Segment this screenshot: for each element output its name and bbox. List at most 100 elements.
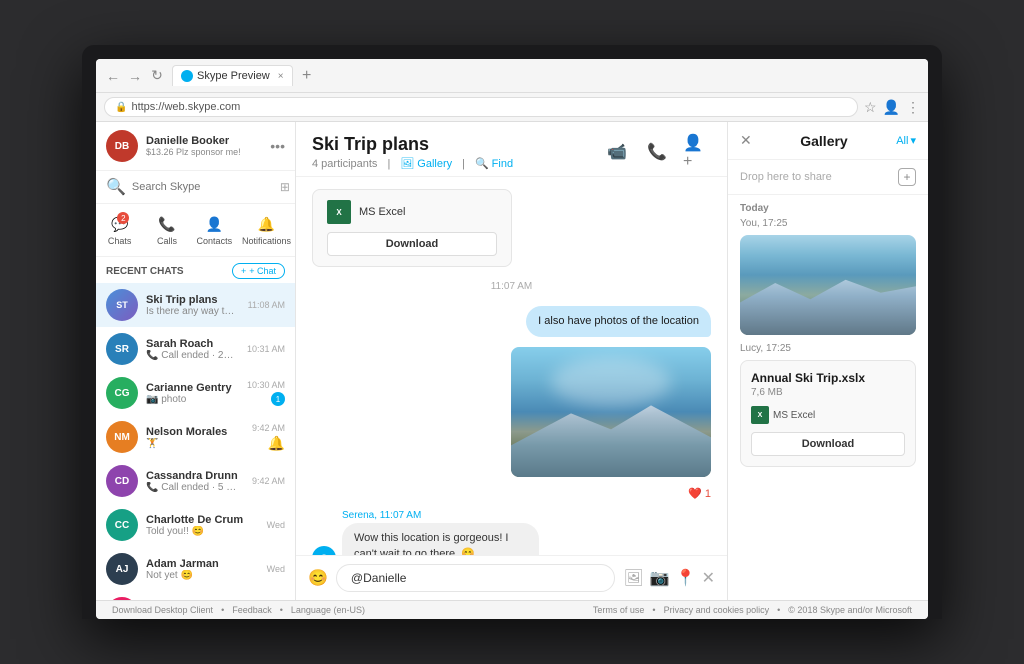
main-chat: Ski Trip plans 4 participants | 🖼 Galler… <box>296 122 728 600</box>
gallery-all-link[interactable]: All ▾ <box>896 134 916 147</box>
feedback-link[interactable]: Feedback <box>232 605 272 615</box>
gallery-add-button[interactable]: + <box>898 168 916 186</box>
unread-badge: 1 <box>271 392 285 406</box>
address-bar-row: 🔒 https://web.skype.com ☆ 👤 ⋮ <box>96 93 928 122</box>
chat-name: Nelson Morales <box>146 426 244 438</box>
image-button[interactable]: 🖼 <box>623 568 643 588</box>
message-input[interactable] <box>336 564 616 592</box>
gallery-link[interactable]: 🖼 Gallery <box>400 157 452 170</box>
clear-input-button[interactable]: ✕ <box>702 568 715 588</box>
chat-time: 11:08 AM <box>248 300 285 310</box>
chat-item-will[interactable]: WL Will Little 📞 Call ended · 10 m 32 s … <box>96 591 295 600</box>
nav-notifications[interactable]: 🔔 Notifications <box>238 210 295 250</box>
chat-item-carianne[interactable]: CG Carianne Gentry 📷 photo 10:30 AM 1 <box>96 371 295 415</box>
bookmark-icon[interactable]: ☆ <box>864 99 877 116</box>
user-profile: DB Danielle Booker $13.26 Plz sponsor me… <box>96 122 295 171</box>
gallery-panel: ✕ Gallery All ▾ Drop here to share + Tod… <box>728 122 928 600</box>
camera-button[interactable]: 📷 <box>650 568 670 588</box>
forward-button[interactable]: → <box>126 67 144 85</box>
chat-name: Charlotte De Crum <box>146 514 259 526</box>
nav-contacts[interactable]: 👤 Contacts <box>191 210 238 250</box>
nav-notifications-label: Notifications <box>242 236 291 246</box>
user-name: Danielle Booker <box>146 135 262 147</box>
avatar: DB <box>106 130 138 162</box>
user-info: Danielle Booker $13.26 Plz sponsor me! <box>146 135 262 157</box>
find-link[interactable]: 🔍 Find <box>475 157 513 170</box>
excel-icon: X <box>327 200 351 224</box>
skype-tab[interactable]: Skype Preview × <box>172 65 293 86</box>
tab-close-icon[interactable]: × <box>278 71 284 82</box>
chat-item-cassandra[interactable]: CD Cassandra Drunn 📞 Call ended · 5 m 47… <box>96 459 295 503</box>
location-button[interactable]: 📍 <box>676 568 696 588</box>
nav-calls[interactable]: 📞 Calls <box>143 210 190 250</box>
participants-count: 4 participants <box>312 158 377 170</box>
gallery-drop-zone[interactable]: Drop here to share + <box>728 160 928 195</box>
chat-meta: 10:31 AM <box>247 344 285 354</box>
tab-label: Skype Preview <box>197 70 270 82</box>
chat-item-sarah[interactable]: SR Sarah Roach 📞 Call ended · 26 m 23 s … <box>96 327 295 371</box>
gallery-from-you: You, 17:25 <box>740 218 916 229</box>
chat-time: Wed <box>267 520 285 530</box>
avatar: SR <box>106 333 138 365</box>
gallery-close-button[interactable]: ✕ <box>740 132 752 149</box>
calls-icon: 📞 <box>157 214 177 234</box>
chat-meta: 11:08 AM <box>248 300 285 310</box>
chat-preview: Told you!! 😊 <box>146 526 259 537</box>
language-link[interactable]: Language (en-US) <box>291 605 365 615</box>
browser-chrome: ← → ↻ Skype Preview × + <box>96 59 928 93</box>
location-photo[interactable] <box>511 347 711 477</box>
avatar: AJ <box>106 553 138 585</box>
gallery-file-type: X MS Excel <box>751 406 905 424</box>
chat-item-nelson[interactable]: NM Nelson Morales 🏋 9:42 AM 🔔 <box>96 415 295 459</box>
download-button[interactable]: Download <box>327 232 497 256</box>
chat-item-adam[interactable]: AJ Adam Jarman Not yet 😊 Wed <box>96 547 295 591</box>
back-button[interactable]: ← <box>104 67 122 85</box>
chat-item-charlotte[interactable]: CC Charlotte De Crum Told you!! 😊 Wed <box>96 503 295 547</box>
chat-header: Ski Trip plans 4 participants | 🖼 Galler… <box>296 122 727 177</box>
chat-preview: Not yet 😊 <box>146 570 259 581</box>
gallery-title: Gallery <box>800 133 847 149</box>
address-bar[interactable]: 🔒 https://web.skype.com <box>104 97 858 117</box>
footer-dot-2: • <box>280 605 283 615</box>
menu-icon[interactable]: ⋮ <box>906 99 920 116</box>
emoji-button[interactable]: 😊 <box>308 568 328 588</box>
gallery-image[interactable] <box>740 235 916 335</box>
footer-left: Download Desktop Client • Feedback • Lan… <box>112 605 365 615</box>
more-options-button[interactable]: ••• <box>270 138 285 154</box>
drop-zone-label: Drop here to share <box>740 171 832 183</box>
terms-link[interactable]: Terms of use <box>593 605 645 615</box>
chat-time: Wed <box>267 564 285 574</box>
reload-button[interactable]: ↻ <box>148 67 166 85</box>
chat-title: Ski Trip plans <box>312 134 513 155</box>
add-participant-button[interactable]: 👤+ <box>683 138 711 166</box>
new-chat-button[interactable]: + + Chat <box>232 263 285 279</box>
user-icon[interactable]: 👤 <box>883 99 900 116</box>
message-reaction[interactable]: ❤️ 1 <box>312 487 711 500</box>
download-desktop-link[interactable]: Download Desktop Client <box>112 605 213 615</box>
gallery-download-button[interactable]: Download <box>751 432 905 456</box>
sender-avatar: S <box>312 546 336 555</box>
divider2: | <box>462 158 465 170</box>
tab-bar: Skype Preview × + <box>172 65 920 86</box>
video-call-button[interactable]: 📹 <box>603 138 631 166</box>
gallery-file-card: Annual Ski Trip.xslx 7,6 MB X MS Excel D… <box>740 360 916 467</box>
privacy-link[interactable]: Privacy and cookies policy <box>664 605 770 615</box>
chat-subtitle: 4 participants | 🖼 Gallery | 🔍 Find <box>312 157 513 170</box>
app-footer: Download Desktop Client • Feedback • Lan… <box>96 600 928 619</box>
chat-preview: 📞 Call ended · 26 m 23 s <box>146 350 239 361</box>
chat-item-ski-trip[interactable]: ST Ski Trip plans Is there any way to pi… <box>96 283 295 327</box>
url-text: https://web.skype.com <box>131 101 240 113</box>
chat-info: Sarah Roach 📞 Call ended · 26 m 23 s <box>146 338 239 361</box>
nav-chats[interactable]: 💬 Chats 2 <box>96 210 143 250</box>
new-tab-button[interactable]: + <box>297 66 317 86</box>
chat-time: 10:30 AM <box>247 380 285 390</box>
chat-header-info: Ski Trip plans 4 participants | 🖼 Galler… <box>312 134 513 170</box>
copyright-text: © 2018 Skype and/or Microsoft <box>788 605 912 615</box>
audio-call-button[interactable]: 📞 <box>643 138 671 166</box>
chat-time: 9:42 AM <box>252 423 285 433</box>
avatar: ST <box>106 289 138 321</box>
search-input[interactable] <box>132 181 274 193</box>
chat-name: Adam Jarman <box>146 558 259 570</box>
chat-name: Ski Trip plans <box>146 294 240 306</box>
chat-info: Carianne Gentry 📷 photo <box>146 382 239 405</box>
